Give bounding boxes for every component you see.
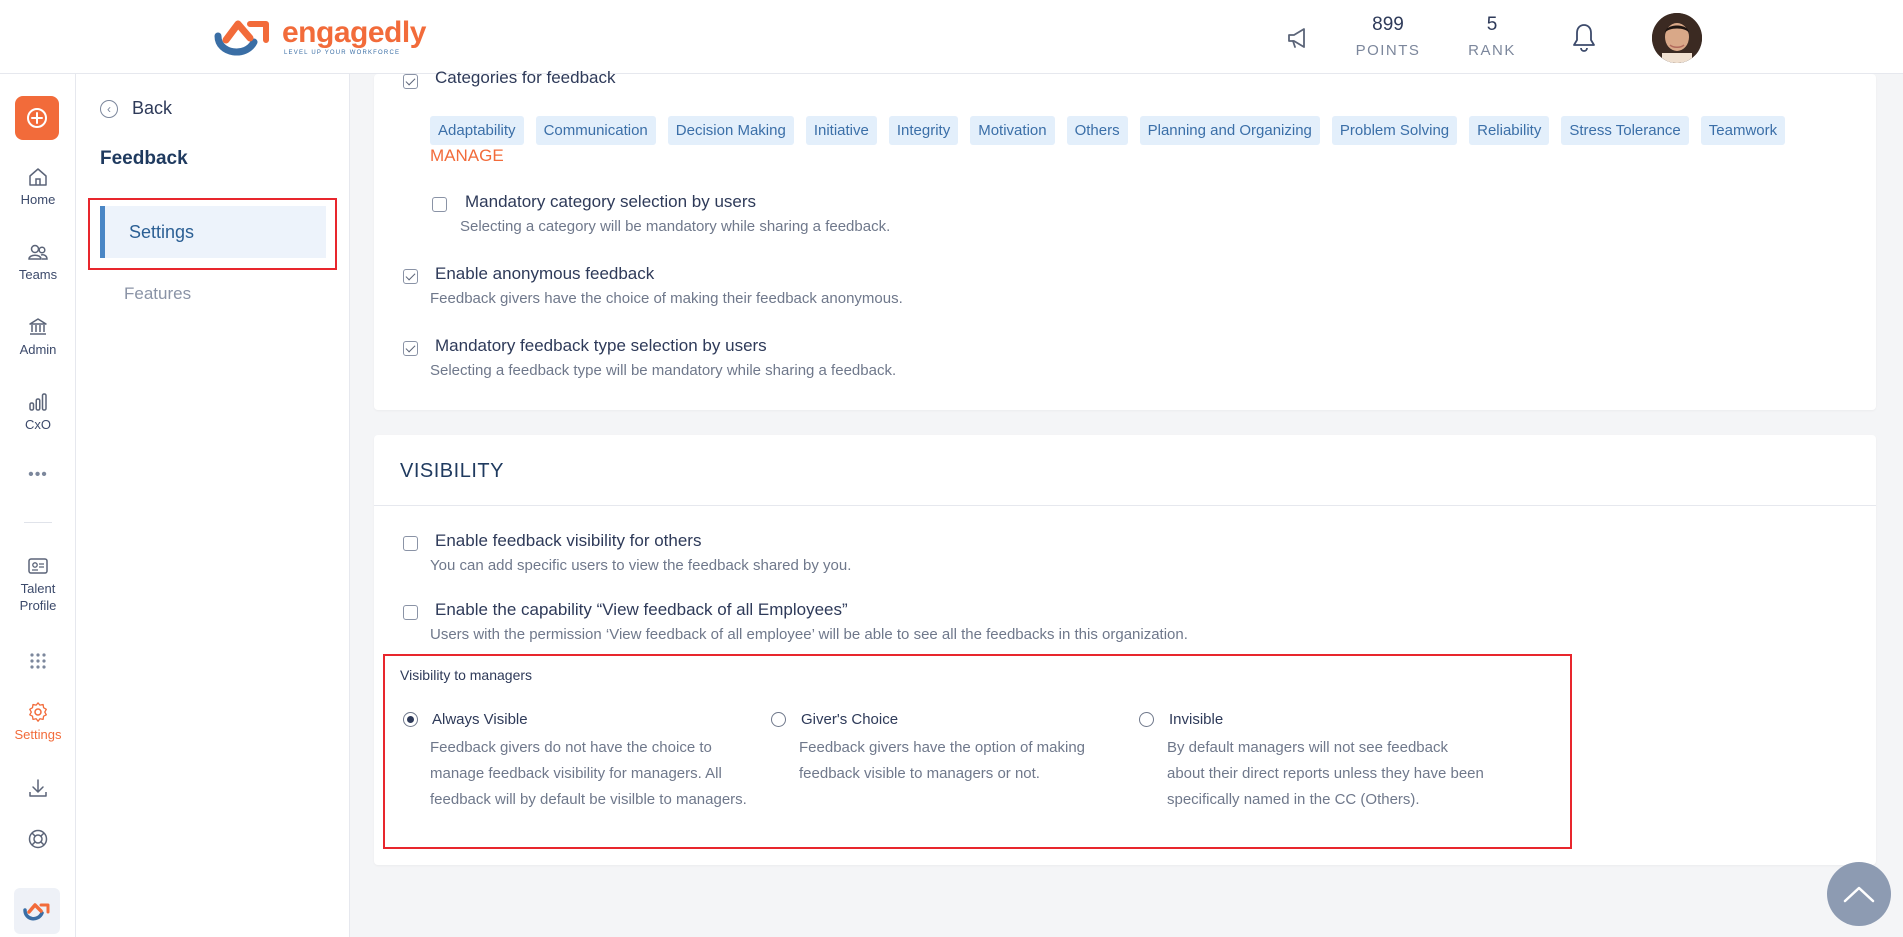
visibility-card: VISIBILITY Enable feedback visibility fo… <box>374 435 1876 865</box>
rail-item-settings[interactable]: Settings <box>0 701 76 742</box>
always-visible-desc: Feedback givers do not have the choice t… <box>430 739 747 808</box>
anonymous-feedback-title: Enable anonymous feedback <box>435 264 655 283</box>
visibility-others-desc: You can add specific users to view the f… <box>430 557 852 574</box>
settings-icon <box>29 702 47 722</box>
category-tags: Adaptability Communication Decision Maki… <box>430 116 1786 145</box>
download-icon[interactable] <box>0 777 76 803</box>
subnav-item-features[interactable]: Features <box>124 284 191 304</box>
category-tag[interactable]: Planning and Organizing <box>1139 116 1320 145</box>
mandatory-category-desc: Selecting a category will be mandatory w… <box>460 218 891 235</box>
category-tag[interactable]: Communication <box>535 116 656 145</box>
mandatory-type-title: Mandatory feedback type selection by use… <box>435 336 767 355</box>
mandatory-category-checkbox[interactable] <box>432 197 447 212</box>
visibility-section-title: VISIBILITY <box>400 460 504 482</box>
rail-item-teams[interactable]: Teams <box>0 241 76 282</box>
visibility-others-checkbox[interactable] <box>403 536 418 551</box>
feedback-settings-card: Categories for feedback Adaptability Com… <box>374 68 1876 410</box>
subnav-item-features-label: Features <box>124 284 192 303</box>
rail-item-home[interactable]: Home <box>0 166 76 207</box>
rank-stat[interactable]: 5 RANK <box>1460 14 1524 59</box>
scroll-to-top-button[interactable] <box>1827 862 1891 926</box>
engagedly-small-logo[interactable] <box>14 888 60 934</box>
rail-label-cxo: CxO <box>25 417 51 432</box>
back-button[interactable]: ‹ Back <box>100 98 172 119</box>
points-label: POINTS <box>1355 42 1421 59</box>
view-all-feedback-title: Enable the capability “View feedback of … <box>435 600 848 619</box>
mandatory-type-checkbox[interactable] <box>403 341 418 356</box>
categories-title: Categories for feedback <box>435 68 616 87</box>
avatar[interactable] <box>1652 13 1702 63</box>
rail-label-talent-profile: Talent Profile <box>19 581 57 613</box>
category-tag[interactable]: Initiative <box>805 116 877 145</box>
chevron-up-icon <box>1843 886 1875 903</box>
admin-icon <box>29 318 47 335</box>
subnav-item-settings[interactable]: Settings <box>100 206 326 258</box>
category-tag[interactable]: Motivation <box>970 116 1055 145</box>
category-tag[interactable]: Problem Solving <box>1331 116 1458 145</box>
top-bar: engagedly LEVEL UP YOUR WORKFORCE 899 PO… <box>0 0 1903 74</box>
category-tag[interactable]: Reliability <box>1469 116 1550 145</box>
subnav-item-settings-label: Settings <box>129 221 195 242</box>
view-all-feedback-desc: Users with the permission ‘View feedback… <box>430 626 1188 643</box>
givers-choice-radio[interactable] <box>771 712 786 727</box>
rail-label-teams: Teams <box>18 267 58 282</box>
rank-label: RANK <box>1468 42 1516 59</box>
left-rail: Home Teams Admin CxO ••• Talent Profile … <box>0 74 76 937</box>
givers-choice-title: Giver's Choice <box>801 711 899 728</box>
home-icon <box>29 168 47 186</box>
view-all-feedback-checkbox[interactable] <box>403 605 418 620</box>
rail-label-settings: Settings <box>14 727 62 742</box>
givers-choice-desc: Feedback givers have the option of makin… <box>799 739 1086 782</box>
rank-value: 5 <box>1486 14 1498 35</box>
categories-checkbox[interactable] <box>403 74 418 89</box>
chevron-left-icon: ‹ <box>100 99 118 118</box>
anonymous-feedback-desc: Feedback givers have the choice of makin… <box>430 290 903 307</box>
anonymous-feedback-checkbox[interactable] <box>403 269 418 284</box>
megaphone-icon[interactable] <box>1284 24 1312 52</box>
talent-profile-icon <box>28 558 48 574</box>
category-tag[interactable]: Integrity <box>888 116 959 145</box>
visibility-managers-label: Visibility to managers <box>400 667 533 683</box>
rail-label-admin: Admin <box>19 342 57 357</box>
mandatory-category-title: Mandatory category selection by users <box>465 192 757 211</box>
bell-icon[interactable] <box>1568 20 1600 54</box>
always-visible-title: Always Visible <box>432 711 528 728</box>
rail-item-admin[interactable]: Admin <box>0 316 76 357</box>
rail-item-cxo[interactable]: CxO <box>0 391 76 432</box>
rail-divider <box>24 522 52 523</box>
category-tag[interactable]: Others <box>1066 116 1128 145</box>
apps-grid-icon[interactable] <box>0 652 76 674</box>
rail-item-talent-profile[interactable]: Talent Profile <box>0 556 76 614</box>
mandatory-type-desc: Selecting a feedback type will be mandat… <box>430 362 897 379</box>
more-icon[interactable]: ••• <box>0 466 76 484</box>
invisible-radio[interactable] <box>1139 712 1154 727</box>
category-tag[interactable]: Stress Tolerance <box>1561 116 1689 145</box>
back-label: Back <box>132 98 173 118</box>
category-tag[interactable]: Decision Making <box>667 116 794 145</box>
logo-text: engagedly <box>282 16 426 49</box>
rail-label-home: Home <box>20 192 56 207</box>
plus-circle-icon <box>27 108 47 128</box>
category-tag[interactable]: Teamwork <box>1700 116 1786 145</box>
help-lifebuoy-icon[interactable] <box>0 828 76 854</box>
category-tag[interactable]: Adaptability <box>430 116 524 145</box>
feedback-subnav: ‹ Back Feedback Settings Features <box>76 74 350 937</box>
logo-tagline: LEVEL UP YOUR WORKFORCE <box>284 50 401 56</box>
visibility-others-title: Enable feedback visibility for others <box>435 531 702 550</box>
teams-icon <box>28 244 48 260</box>
manage-categories-link[interactable]: MANAGE <box>430 146 504 166</box>
section-divider <box>374 505 1876 506</box>
engagedly-logo[interactable]: engagedly LEVEL UP YOUR WORKFORCE <box>212 14 426 60</box>
points-value: 899 <box>1372 14 1404 35</box>
cxo-icon <box>29 393 47 411</box>
user-photo <box>1652 13 1702 63</box>
points-stat[interactable]: 899 POINTS <box>1352 14 1424 59</box>
invisible-title: Invisible <box>1169 711 1224 728</box>
subnav-title: Feedback <box>100 148 188 169</box>
engagedly-logo-mark <box>214 20 269 56</box>
invisible-desc: By default managers will not see feedbac… <box>1167 739 1484 808</box>
add-button[interactable] <box>15 96 59 140</box>
always-visible-radio[interactable] <box>403 712 418 727</box>
